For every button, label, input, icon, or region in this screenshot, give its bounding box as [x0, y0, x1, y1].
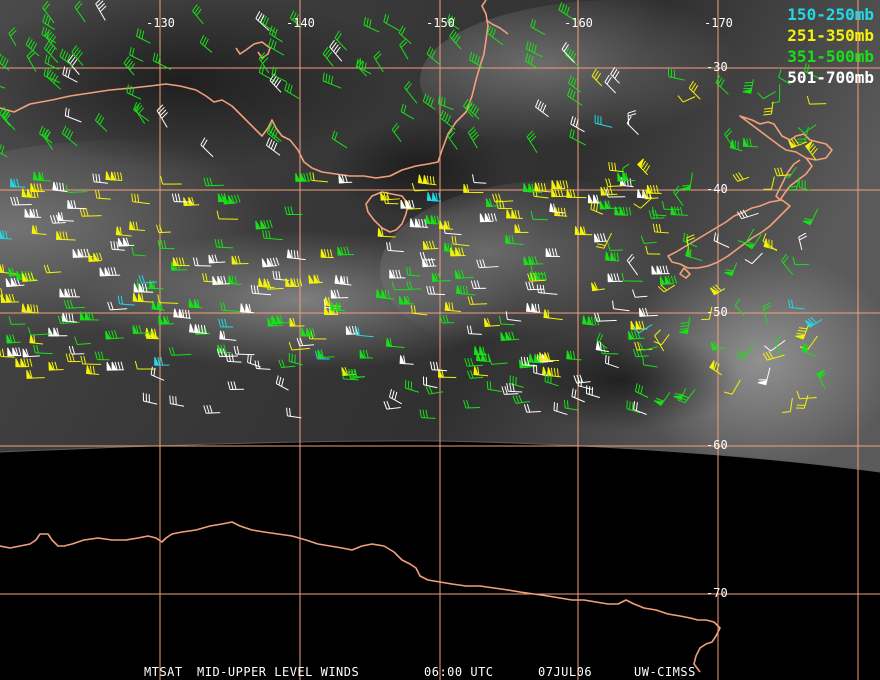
legend-item-251-350: 251-350mb — [787, 26, 874, 45]
lon-label: -140 — [286, 16, 315, 30]
caption-time: 06:00 UTC — [424, 665, 494, 679]
legend-item-150-250: 150-250mb — [787, 5, 874, 24]
lon-label: -170 — [704, 16, 733, 30]
legend-item-351-500: 351-500mb — [787, 47, 874, 66]
coastline-antarctica — [0, 521, 721, 673]
caption-source: UW-CIMSS — [634, 665, 696, 679]
wind-analysis-map — [0, 0, 880, 680]
lat-label: -60 — [706, 438, 728, 452]
image-caption: MTSAT MID-UPPER LEVEL WINDS 06:00 UTC 07… — [0, 665, 880, 679]
pressure-level-legend: 150-250mb 251-350mb 351-500mb 501-700mb — [787, 4, 874, 88]
lon-label: -150 — [426, 16, 455, 30]
lat-label: -30 — [706, 60, 728, 74]
lat-label: -70 — [706, 586, 728, 600]
lat-label: -50 — [706, 305, 728, 319]
lon-label: -130 — [146, 16, 175, 30]
satellite-image-view: -130 -140 -150 -160 -170 -30 -40 -50 -60… — [0, 0, 880, 680]
caption-product: MID-UPPER LEVEL WINDS — [197, 665, 360, 679]
legend-item-501-700: 501-700mb — [787, 68, 874, 87]
lat-label: -40 — [706, 182, 728, 196]
caption-satellite: MTSAT — [144, 665, 183, 679]
lon-label: -160 — [564, 16, 593, 30]
caption-date: 07JUL06 — [538, 665, 593, 679]
